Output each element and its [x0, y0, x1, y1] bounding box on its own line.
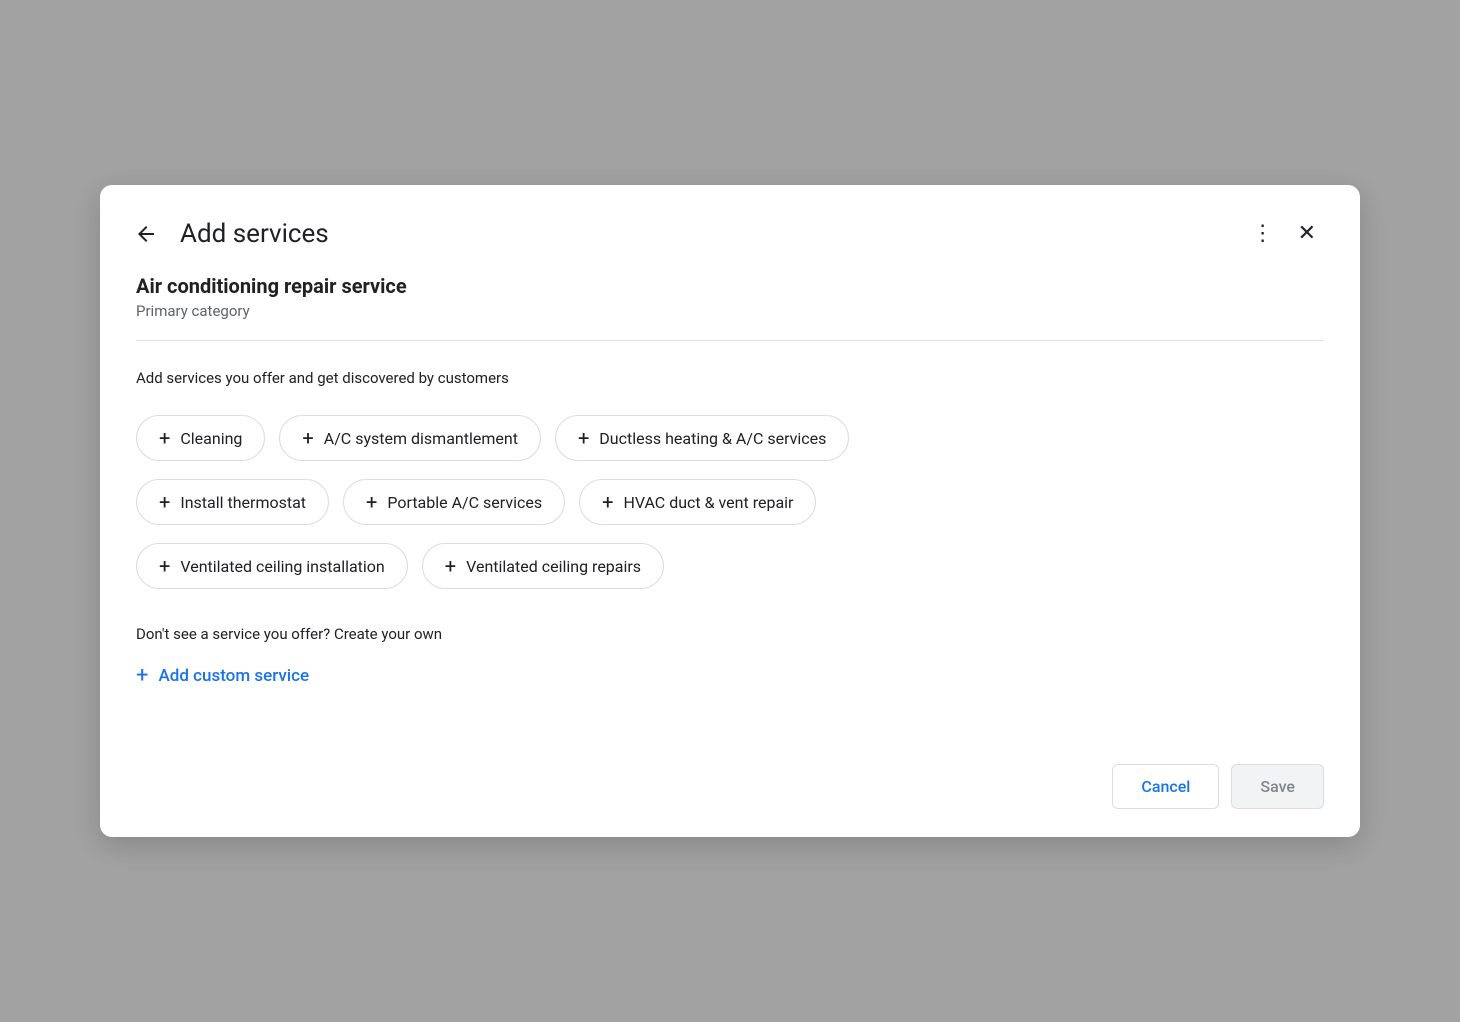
services-description: Add services you offer and get discovere… [136, 369, 1324, 387]
save-button[interactable]: Save [1231, 764, 1324, 809]
service-label: Install thermostat [180, 493, 306, 512]
header-right: ⋮ ✕ [1244, 213, 1324, 254]
close-icon: ✕ [1298, 221, 1316, 246]
category-section: Air conditioning repair service Primary … [136, 274, 1324, 320]
add-custom-service-button[interactable]: + Add custom service [136, 659, 309, 692]
services-grid: + Cleaning + A/C system dismantlement + … [136, 415, 1324, 589]
services-row-2: + Install thermostat + Portable A/C serv… [136, 479, 1324, 525]
services-row-1: + Cleaning + A/C system dismantlement + … [136, 415, 1324, 461]
plus-icon: + [366, 492, 377, 512]
category-name: Air conditioning repair service [136, 274, 1324, 298]
plus-icon: + [578, 428, 589, 448]
back-button[interactable] [128, 216, 164, 252]
cancel-button[interactable]: Cancel [1112, 764, 1219, 809]
services-row-3: + Ventilated ceiling installation + Vent… [136, 543, 1324, 589]
dialog-title: Add services [180, 219, 329, 249]
plus-icon: + [302, 428, 313, 448]
plus-icon: + [159, 492, 170, 512]
service-chip-portable-ac[interactable]: + Portable A/C services [343, 479, 565, 525]
service-label: Portable A/C services [387, 493, 542, 512]
service-label: Ventilated ceiling repairs [466, 557, 641, 576]
add-services-dialog: Add services ⋮ ✕ Air conditioning repair… [100, 185, 1360, 837]
back-arrow-icon [134, 222, 158, 246]
service-label: Ventilated ceiling installation [180, 557, 384, 576]
category-label: Primary category [136, 302, 1324, 320]
service-chip-ductless-heating[interactable]: + Ductless heating & A/C services [555, 415, 849, 461]
custom-hint: Don't see a service you offer? Create yo… [136, 625, 1324, 643]
plus-icon: + [159, 428, 170, 448]
add-custom-plus-icon: + [136, 663, 148, 688]
custom-service-section: Don't see a service you offer? Create yo… [136, 625, 1324, 692]
dialog-body: Air conditioning repair service Primary … [100, 274, 1360, 748]
service-chip-install-thermostat[interactable]: + Install thermostat [136, 479, 329, 525]
service-chip-ventilated-repairs[interactable]: + Ventilated ceiling repairs [422, 543, 664, 589]
modal-overlay: Add services ⋮ ✕ Air conditioning repair… [0, 0, 1460, 1022]
service-chip-hvac-duct[interactable]: + HVAC duct & vent repair [579, 479, 816, 525]
service-label: A/C system dismantlement [324, 429, 518, 448]
plus-icon: + [159, 556, 170, 576]
dialog-footer: Cancel Save [100, 748, 1360, 837]
add-custom-label: Add custom service [158, 666, 309, 686]
service-label: HVAC duct & vent repair [623, 493, 793, 512]
dialog-header: Add services ⋮ ✕ [100, 185, 1360, 274]
close-button[interactable]: ✕ [1290, 213, 1324, 254]
more-options-button[interactable]: ⋮ [1244, 213, 1282, 254]
service-chip-ventilated-install[interactable]: + Ventilated ceiling installation [136, 543, 408, 589]
section-divider [136, 340, 1324, 341]
plus-icon: + [602, 492, 613, 512]
service-chip-cleaning[interactable]: + Cleaning [136, 415, 265, 461]
service-label: Ductless heating & A/C services [599, 429, 826, 448]
service-chip-ac-dismantlement[interactable]: + A/C system dismantlement [279, 415, 541, 461]
header-left: Add services [128, 216, 329, 252]
plus-icon: + [445, 556, 456, 576]
service-label: Cleaning [180, 429, 242, 448]
more-icon: ⋮ [1252, 221, 1274, 246]
